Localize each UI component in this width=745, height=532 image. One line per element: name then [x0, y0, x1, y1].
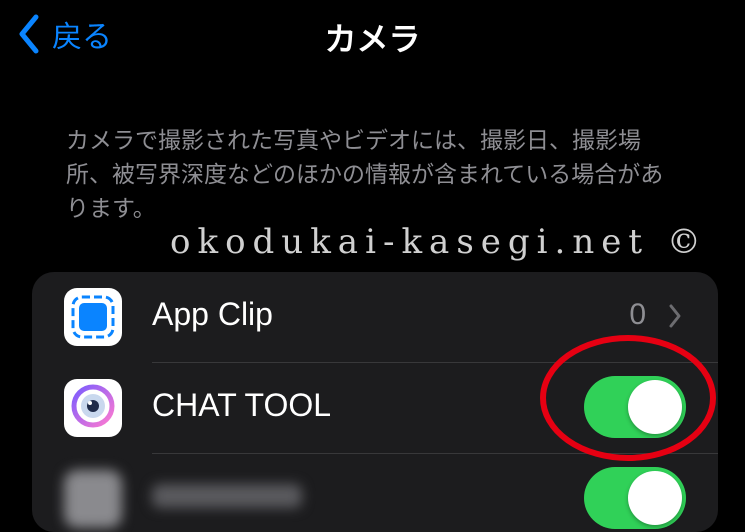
highlight-circle-annotation — [540, 335, 716, 461]
toggle-knob — [628, 471, 682, 525]
chevron-right-icon — [669, 304, 681, 328]
page-title: カメラ — [324, 20, 421, 58]
app-clip-icon — [64, 288, 122, 346]
watermark-text: okodukai-kasegi.net © — [170, 222, 708, 262]
list-item-label: App Clip — [152, 296, 273, 332]
list-item-value: 0 — [629, 298, 646, 331]
camera-access-toggle-2[interactable] — [584, 467, 686, 529]
list-item-label: CHAT TOOL — [152, 387, 332, 423]
section-description: カメラで撮影された写真やビデオには、撮影日、撮影場所、被写界深度などのほかの情報… — [66, 128, 664, 222]
list-item-blurred-app[interactable] — [32, 454, 718, 532]
blurred-app-label — [152, 484, 302, 508]
blurred-app-icon — [64, 470, 122, 528]
navigation-bar: 戻る カメラ — [0, 0, 745, 70]
camera-app-icon — [64, 379, 122, 437]
